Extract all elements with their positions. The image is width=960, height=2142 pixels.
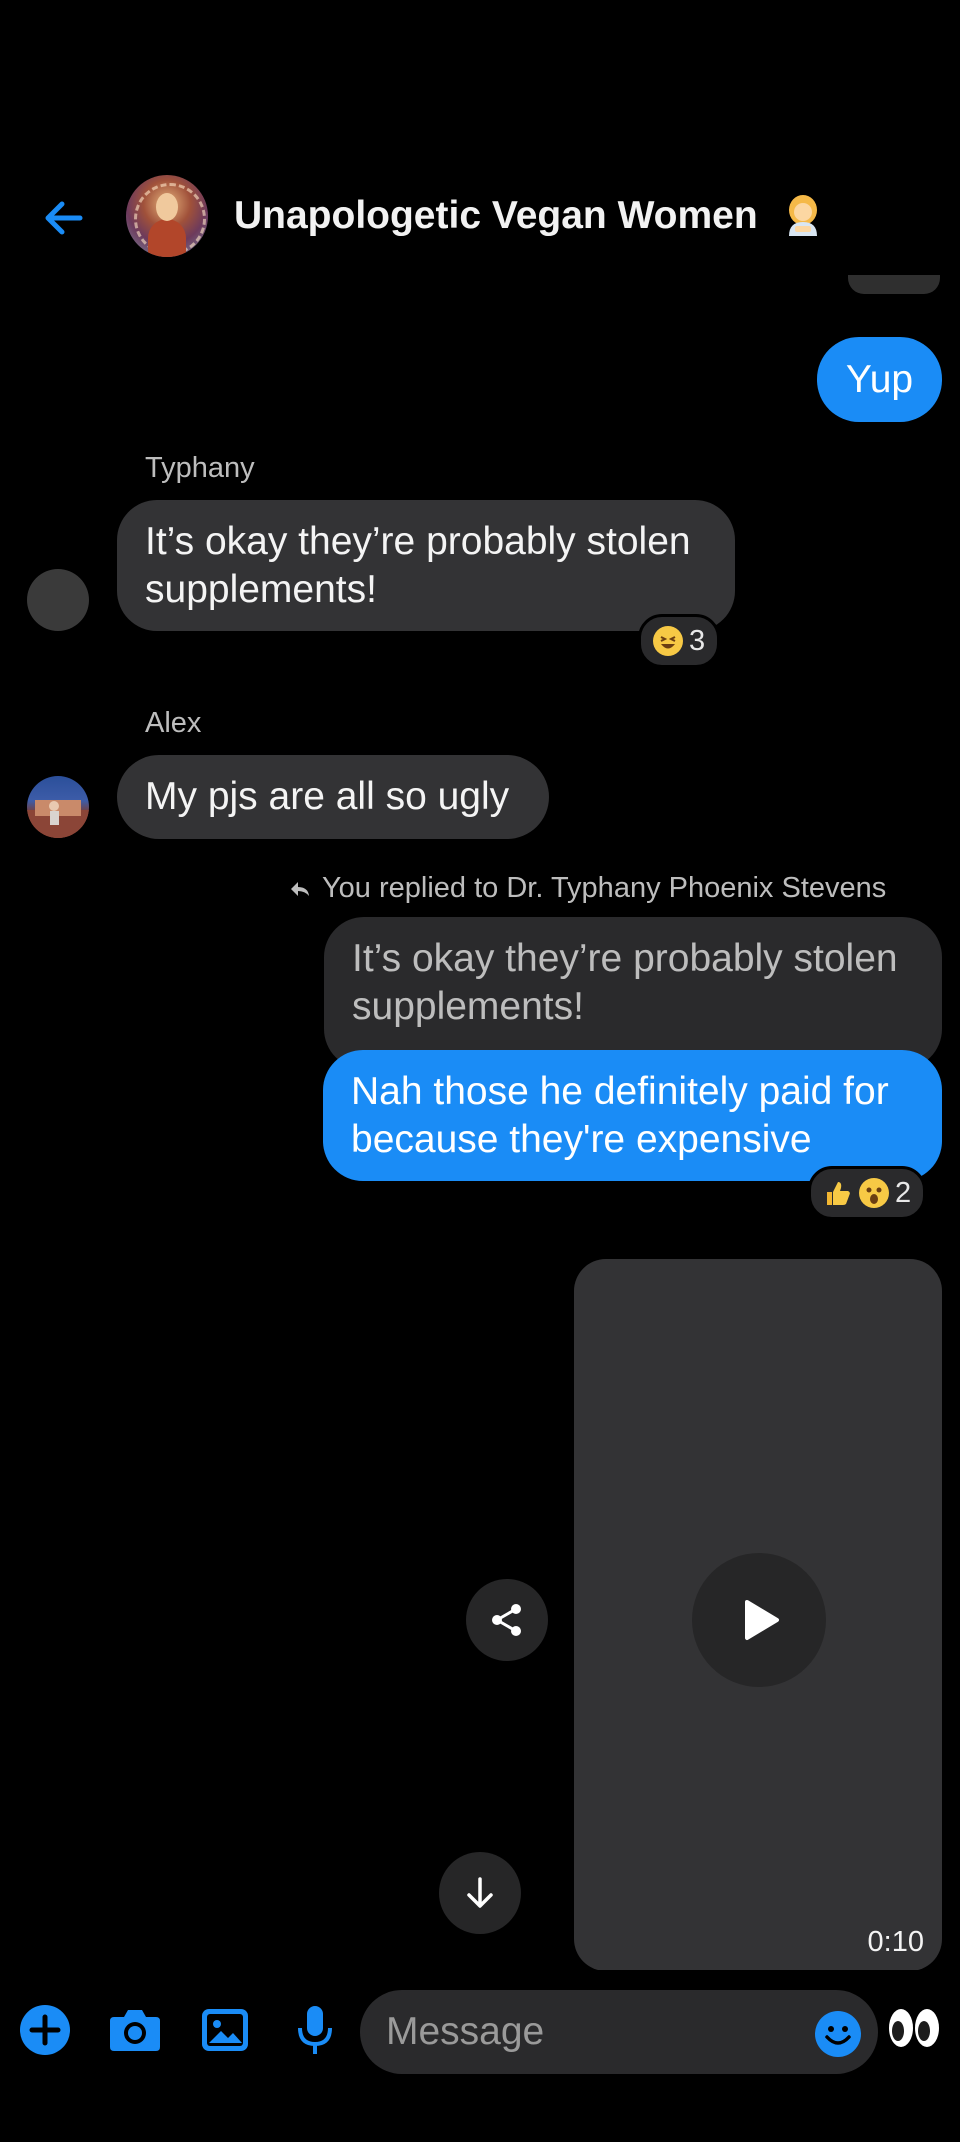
incoming-message-alex[interactable]: My pjs are all so ugly	[117, 755, 549, 839]
plus-icon[interactable]	[17, 2002, 73, 2058]
group-avatar[interactable]	[126, 175, 208, 257]
surprised-emoji-icon	[859, 1178, 889, 1208]
reaction-count-typhany: 3	[689, 624, 706, 657]
avatar-alex[interactable]	[27, 776, 89, 838]
incoming-message-typhany[interactable]: It’s okay they’re probably stolen supple…	[117, 500, 735, 631]
reaction-pill-typhany[interactable]: 3	[638, 614, 721, 668]
play-icon	[745, 1600, 779, 1640]
back-arrow-icon[interactable]	[36, 190, 92, 246]
reaction-pill-reply[interactable]: 2	[808, 1166, 927, 1220]
chat-title[interactable]: Unapologetic Vegan Women	[234, 192, 825, 238]
laughing-emoji-icon	[653, 626, 683, 656]
microphone-icon[interactable]	[287, 2002, 343, 2058]
chat-header: Unapologetic Vegan Women	[0, 0, 960, 275]
video-duration: 0:10	[867, 1926, 924, 1958]
camera-icon[interactable]	[107, 2002, 163, 2058]
play-button[interactable]	[692, 1553, 826, 1687]
message-input[interactable]	[360, 1990, 878, 2074]
outgoing-message-yup[interactable]: Yup	[817, 337, 942, 422]
video-message[interactable]: 0:10	[574, 1259, 942, 1971]
reply-arrow-icon	[291, 881, 309, 896]
share-icon	[492, 1604, 521, 1636]
reply-context-label: You replied to Dr. Typhany Phoenix Steve…	[288, 872, 886, 905]
reply-context-text: You replied to Dr. Typhany Phoenix Steve…	[322, 872, 887, 904]
gallery-icon[interactable]	[197, 2002, 253, 2058]
thumbs-up-emoji-icon	[823, 1178, 853, 1208]
sender-name-typhany: Typhany	[145, 452, 255, 484]
sender-name-alex: Alex	[145, 707, 202, 739]
avatar-typhany[interactable]	[27, 569, 89, 631]
arrow-down-icon	[467, 1877, 493, 1908]
share-button[interactable]	[466, 1579, 548, 1661]
scroll-to-bottom-button[interactable]	[439, 1852, 521, 1934]
eyes-emoji-icon[interactable]	[886, 2004, 942, 2052]
outgoing-message-reply[interactable]: Nah those he definitely paid for because…	[323, 1050, 942, 1181]
reaction-count-reply: 2	[895, 1176, 912, 1209]
woman-emoji-icon	[781, 192, 825, 236]
emoji-icon[interactable]	[814, 2010, 862, 2058]
quoted-message[interactable]: It’s okay they’re probably stolen supple…	[324, 917, 942, 1069]
chat-title-text: Unapologetic Vegan Women	[234, 194, 758, 237]
